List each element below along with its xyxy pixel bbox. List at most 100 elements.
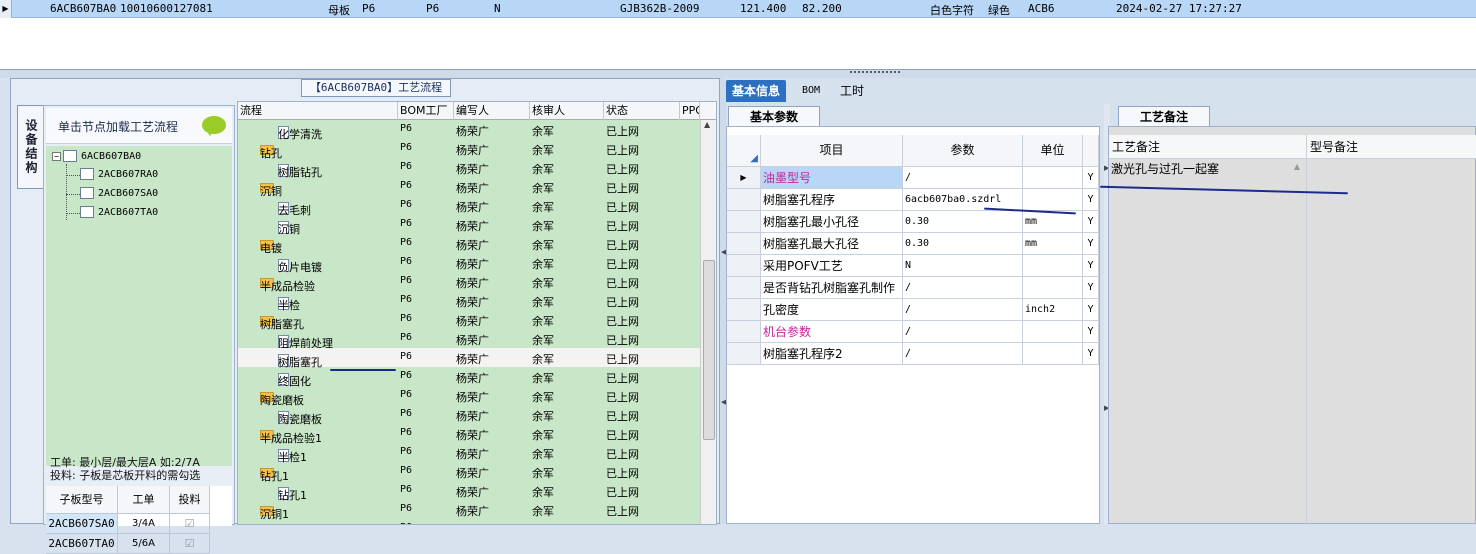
row-indicator[interactable]	[727, 321, 761, 343]
param-value[interactable]: /	[903, 167, 1023, 189]
process-row[interactable]: −半成品检验P6杨荣广余军已上网	[238, 272, 700, 293]
param-unit[interactable]	[1023, 277, 1083, 299]
process-row[interactable]: 陶瓷磨板 P6 杨荣广 余军 已上网	[238, 405, 700, 426]
checkbox[interactable]	[80, 206, 94, 218]
process-row[interactable]: 阻焊前处理 P6 杨荣广 余军 已上网	[238, 329, 700, 350]
process-row[interactable]: −树脂塞孔P6杨荣广余军已上网	[238, 310, 700, 331]
col-header-process-remark[interactable]: 工艺备注	[1109, 135, 1307, 159]
param-item[interactable]: 采用POFV工艺	[761, 255, 903, 277]
sub-board-order[interactable]: 3/4A	[118, 514, 170, 534]
order-row-selected[interactable]: 6ACB607BA0 10010600127081 母板 P6 P6 N GJB…	[12, 0, 1476, 18]
row-indicator[interactable]	[727, 255, 761, 277]
param-unit[interactable]	[1023, 167, 1083, 189]
process-row[interactable]: 半检1 P6 杨荣广 余军 已上网	[238, 443, 700, 464]
param-flag[interactable]: Y	[1083, 255, 1099, 277]
col-header-reviewer[interactable]: 核审人	[530, 102, 604, 120]
scroll-up-icon[interactable]: ▲	[704, 120, 710, 129]
col-header-unit[interactable]: 单位	[1023, 135, 1083, 167]
process-row[interactable]: 钻孔1 P6 杨荣广 余军 已上网	[238, 481, 700, 502]
process-row[interactable]: 半检 P6 杨荣广 余军 已上网	[238, 291, 700, 312]
col-header-item[interactable]: 项目	[761, 135, 903, 167]
param-flag[interactable]: Y	[1083, 299, 1099, 321]
col-header-status[interactable]: 状态	[604, 102, 680, 120]
param-flag[interactable]: Y	[1083, 189, 1099, 211]
col-header[interactable]: 子板型号	[46, 486, 118, 514]
sub-board-order[interactable]: 5/6A	[118, 534, 170, 554]
horizontal-splitter[interactable]	[0, 70, 1476, 78]
col-header-process[interactable]: 流程	[238, 102, 398, 120]
param-unit[interactable]	[1023, 321, 1083, 343]
process-row[interactable]: −沉铜1P6杨荣广余军已上网	[238, 500, 700, 521]
param-item[interactable]: 树脂塞孔程序	[761, 189, 903, 211]
sub-board-model[interactable]: 2ACB607SA0	[46, 514, 118, 534]
process-row[interactable]: −半成品检验1P6杨荣广余军已上网	[238, 424, 700, 445]
param-item[interactable]: 孔密度	[761, 299, 903, 321]
checkbox[interactable]	[63, 150, 77, 162]
param-flag[interactable]: Y	[1083, 343, 1099, 365]
col-header[interactable]: 投料	[170, 486, 210, 514]
param-flag[interactable]: Y	[1083, 321, 1099, 343]
process-row[interactable]: 树脂钻孔 P6 杨荣广 余军 已上网	[238, 158, 700, 179]
col-header-model-remark[interactable]: 型号备注	[1307, 135, 1476, 159]
checkbox[interactable]	[80, 168, 94, 180]
param-flag[interactable]: Y	[1083, 233, 1099, 255]
sub-board-model[interactable]: 2ACB607TA0	[46, 534, 118, 554]
param-value[interactable]: 6acb607ba0.szdrl	[903, 189, 1023, 211]
process-row[interactable]: 沉铜 P6 杨荣广 余军 已上网	[238, 215, 700, 236]
tab-process-remark[interactable]: 工艺备注	[1118, 106, 1210, 126]
process-row[interactable]: 化学清洗 P6 杨荣广 余军 已上网	[238, 120, 700, 141]
param-item[interactable]: 树脂塞孔最大孔径	[761, 233, 903, 255]
tab-basic-info[interactable]: 基本信息	[726, 80, 787, 102]
row-indicator[interactable]: ▶	[727, 167, 761, 189]
checkbox[interactable]	[80, 187, 94, 199]
col-header-value[interactable]: 参数	[903, 135, 1023, 167]
scroll-thumb[interactable]	[703, 260, 715, 440]
feed-checkbox[interactable]: ☑	[170, 514, 210, 534]
param-value[interactable]: 0.30	[903, 233, 1023, 255]
process-row[interactable]: 去毛刺 P6 杨荣广 余军 已上网	[238, 196, 700, 217]
tab-bom[interactable]: BOM	[796, 80, 826, 102]
process-row[interactable]: −沉铜P6杨荣广余军已上网	[238, 177, 700, 198]
row-indicator[interactable]	[727, 299, 761, 321]
param-item[interactable]: 是否背钻孔树脂塞孔制作	[761, 277, 903, 299]
param-unit[interactable]: mm	[1023, 233, 1083, 255]
col-header-writer[interactable]: 编写人	[454, 102, 530, 120]
process-row[interactable]: −电镀P6杨荣广余军已上网	[238, 234, 700, 255]
param-item[interactable]: 油墨型号	[761, 167, 903, 189]
tab-basic-params[interactable]: 基本参数	[728, 106, 820, 126]
scroll-up-icon[interactable]: ▲	[1294, 162, 1300, 171]
param-unit[interactable]	[1023, 255, 1083, 277]
param-value[interactable]: /	[903, 343, 1023, 365]
row-indicator[interactable]	[727, 233, 761, 255]
param-value[interactable]: /	[903, 321, 1023, 343]
param-flag[interactable]: Y	[1083, 167, 1099, 189]
process-row[interactable]: −钻孔1P6杨荣广余军已上网	[238, 462, 700, 483]
process-row[interactable]: 去毛刺1P6杨荣广余军已上网	[238, 519, 700, 524]
param-flag[interactable]: Y	[1083, 277, 1099, 299]
process-row[interactable]: 终固化 P6 杨荣广 余军 已上网	[238, 367, 700, 388]
param-unit[interactable]: inch2	[1023, 299, 1083, 321]
param-unit[interactable]	[1023, 343, 1083, 365]
process-row[interactable]: −钻孔P6杨荣广余军已上网	[238, 139, 700, 160]
tree-node-child[interactable]: 2ACB607SA0	[80, 187, 158, 199]
row-indicator[interactable]	[727, 189, 761, 211]
param-value[interactable]: /	[903, 299, 1023, 321]
param-value[interactable]: 0.30	[903, 211, 1023, 233]
load-process-button[interactable]: 单击节点加载工艺流程	[46, 108, 232, 144]
param-value[interactable]: /	[903, 277, 1023, 299]
row-indicator[interactable]	[727, 211, 761, 233]
param-item[interactable]: 树脂塞孔最小孔径	[761, 211, 903, 233]
feed-checkbox[interactable]: ☑	[170, 534, 210, 554]
tab-work-hours[interactable]: 工时	[834, 80, 870, 102]
col-header-ppo[interactable]: PPO	[680, 102, 700, 120]
param-item[interactable]: 树脂塞孔程序2	[761, 343, 903, 365]
col-header[interactable]: 工单	[118, 486, 170, 514]
collapse-icon[interactable]: −	[52, 151, 61, 161]
param-item[interactable]: 机台参数	[761, 321, 903, 343]
process-row[interactable]: 树脂塞孔 P6 杨荣广 余军 已上网	[238, 348, 700, 369]
tree-node-child[interactable]: 2ACB607RA0	[80, 168, 158, 180]
tree-node-root[interactable]: − 6ACB607BA0	[52, 150, 141, 162]
remark-cell[interactable]: 激光孔与过孔一起塞 ▲	[1109, 159, 1307, 525]
param-flag[interactable]: Y	[1083, 211, 1099, 233]
param-unit[interactable]	[1023, 189, 1083, 211]
